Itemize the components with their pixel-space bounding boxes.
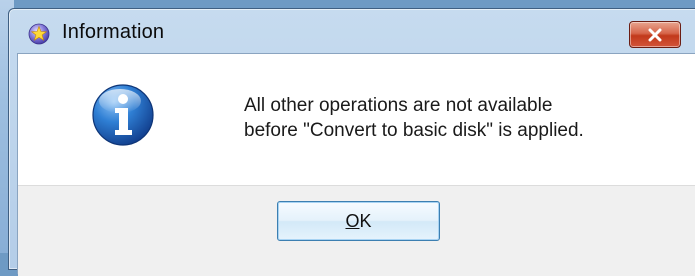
ok-button-label: OK (345, 211, 371, 232)
information-dialog: Information All other operations are not… (8, 8, 695, 276)
message-line-1: All other operations are not available (244, 95, 553, 116)
dialog-body: All other operations are not available b… (17, 53, 695, 276)
close-icon (647, 28, 663, 42)
title-bar[interactable]: Information (9, 9, 695, 53)
message-line-2: before "Convert to basic disk" is applie… (244, 120, 584, 141)
button-bar: OK (18, 185, 695, 276)
information-icon (90, 82, 156, 148)
message-text: All other operations are not available b… (244, 93, 584, 143)
ok-rest: K (359, 210, 372, 231)
ok-mnemonic: O (345, 210, 360, 231)
close-button[interactable] (629, 21, 681, 48)
dialog-title: Information (62, 21, 165, 43)
app-star-icon (28, 23, 50, 45)
ok-button[interactable]: OK (277, 201, 440, 241)
